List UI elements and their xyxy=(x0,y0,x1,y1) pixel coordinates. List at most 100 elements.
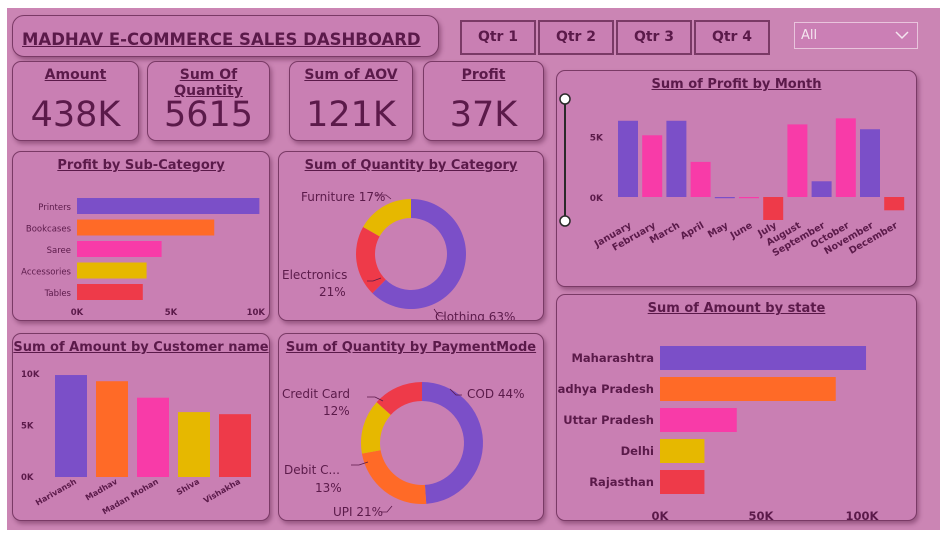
bar xyxy=(618,120,638,197)
donut-slice xyxy=(356,226,386,294)
card-quantity-by-category: Sum of Quantity by Category Clothing 63%… xyxy=(278,151,544,321)
tick-label: 5K xyxy=(21,422,34,432)
category-label: Tables xyxy=(44,289,72,299)
category-label: Printers xyxy=(38,203,71,213)
bar xyxy=(77,284,143,300)
slider-handle-top xyxy=(559,93,571,105)
bar xyxy=(55,375,87,477)
category-label: Accessories xyxy=(21,268,71,278)
data-label: Credit Card xyxy=(282,387,350,401)
slider-handle-bottom xyxy=(559,215,571,227)
filter-dropdown[interactable]: All xyxy=(794,22,918,49)
data-label: COD 44% xyxy=(467,387,525,401)
chart-title: Sum of Amount by Customer name xyxy=(13,340,269,355)
kpi-value: 37K xyxy=(449,95,518,135)
quantity-by-paymentmode-chart: COD 44% UPI 21% Debit C... 13% Credit Card 12… xyxy=(282,382,525,519)
data-label: Furniture 17% xyxy=(301,190,385,204)
bar xyxy=(690,161,711,197)
bar xyxy=(77,241,162,257)
profit-by-month-chart: 5K0KJanuaryFebruaryMarchApril MayJune July… xyxy=(559,93,905,259)
chart-title: Profit by Sub-Category xyxy=(57,158,225,173)
filter-value: All xyxy=(801,28,818,43)
tick-label: 10K xyxy=(247,308,266,318)
kpi-label: Amount xyxy=(44,67,107,83)
qtr2-button[interactable]: Qtr 2 xyxy=(538,20,614,55)
bar xyxy=(739,197,759,199)
dashboard-canvas: MADHAV E-COMMERCE SALES DASHBOARD Qtr 1 … xyxy=(7,8,940,530)
tick-label: 50K xyxy=(749,509,775,520)
qtr3-button[interactable]: Qtr 3 xyxy=(616,20,692,55)
kpi-label: Sum of AOV xyxy=(304,67,398,83)
category-label: Saree xyxy=(47,246,71,256)
tick-label: 0K xyxy=(21,473,34,483)
tick-label: 100K xyxy=(846,509,880,520)
state-label: Uttar Pradesh xyxy=(563,413,654,427)
customer-label: Harivansh xyxy=(34,477,78,508)
tick-label: 0K xyxy=(652,509,670,520)
donut-slice xyxy=(363,199,411,237)
bar xyxy=(666,120,687,197)
chart-title: Sum of Quantity by Category xyxy=(304,158,518,173)
bar xyxy=(660,470,705,494)
data-label: 21% xyxy=(319,285,346,299)
qtr4-button[interactable]: Qtr 4 xyxy=(694,20,770,55)
bar xyxy=(96,381,128,477)
data-label: Electronics xyxy=(282,268,347,282)
kpi-aov: Sum of AOV 121K xyxy=(289,61,413,141)
page-title: MADHAV E-COMMERCE SALES DASHBOARD xyxy=(22,30,421,49)
state-label: Maharashtra xyxy=(571,351,654,365)
quantity-by-category-chart: Clothing 63% Electronics 21% Furniture 17% xyxy=(282,190,515,320)
customer-label: Shiva xyxy=(175,477,201,497)
bar xyxy=(860,129,880,197)
tick-label: 5K xyxy=(165,308,178,318)
bar xyxy=(811,181,832,197)
bar xyxy=(660,377,836,401)
bar xyxy=(660,346,867,370)
card-profit-by-subcategory: Profit by Sub-Category Printers Bookcases… xyxy=(12,151,270,321)
bar xyxy=(137,397,169,477)
kpi-value: 121K xyxy=(306,95,396,135)
chart-title: Sum of Amount by state xyxy=(647,301,826,316)
card-amount-by-state: Sum of Amount by state Maharashtra Madhya… xyxy=(556,294,917,521)
bar xyxy=(835,118,856,197)
bar xyxy=(884,197,905,211)
month-label: June xyxy=(728,220,755,242)
tick-label: 0K xyxy=(71,308,84,318)
data-label: Clothing 63% xyxy=(435,310,515,320)
kpi-amount: Amount 438K xyxy=(12,61,139,141)
kpi-value: 5615 xyxy=(163,95,254,135)
data-label: 13% xyxy=(315,481,342,495)
state-label: Delhi xyxy=(621,444,654,458)
kpi-label: Profit xyxy=(461,67,506,83)
data-label: Debit C... xyxy=(284,463,340,477)
qtr1-button[interactable]: Qtr 1 xyxy=(460,20,536,55)
state-label: Madhya Pradesh xyxy=(557,382,654,396)
bar xyxy=(178,412,210,477)
data-label: 12% xyxy=(323,404,350,418)
kpi-value: 438K xyxy=(30,95,121,135)
chevron-down-icon xyxy=(895,31,909,40)
bar xyxy=(642,135,663,197)
bar xyxy=(219,414,251,477)
bar xyxy=(77,198,260,214)
bar xyxy=(660,408,737,432)
kpi-quantity: Sum Of Quantity 5615 xyxy=(147,61,270,141)
amount-by-state-chart: Maharashtra Madhya Pradesh Uttar Pradesh De… xyxy=(557,346,880,520)
card-profit-by-month: Sum of Profit by Month 5K 0K January Februa… xyxy=(556,70,917,287)
data-label: UPI 21% xyxy=(333,505,383,519)
kpi-profit: Profit 37K xyxy=(423,61,544,141)
card-quantity-by-paymentmode: Sum of Quantity by PaymentMode COD 44% UP… xyxy=(278,333,544,521)
bar xyxy=(77,219,215,236)
chart-title: Sum of Quantity by PaymentMode xyxy=(285,340,537,355)
state-label: Rajasthan xyxy=(589,475,654,489)
category-label: Bookcases xyxy=(26,225,72,235)
bar xyxy=(787,124,808,197)
month-label: April xyxy=(679,220,706,242)
customer-label: Vishakha xyxy=(202,477,242,505)
tick-label: 10K xyxy=(21,370,40,380)
donut-slice xyxy=(361,450,427,504)
bar xyxy=(714,197,735,199)
bar xyxy=(763,197,784,220)
card-amount-by-customer: Sum of Amount by Customer name 10K 5K 0K Ha… xyxy=(12,333,270,521)
bar xyxy=(77,262,147,279)
